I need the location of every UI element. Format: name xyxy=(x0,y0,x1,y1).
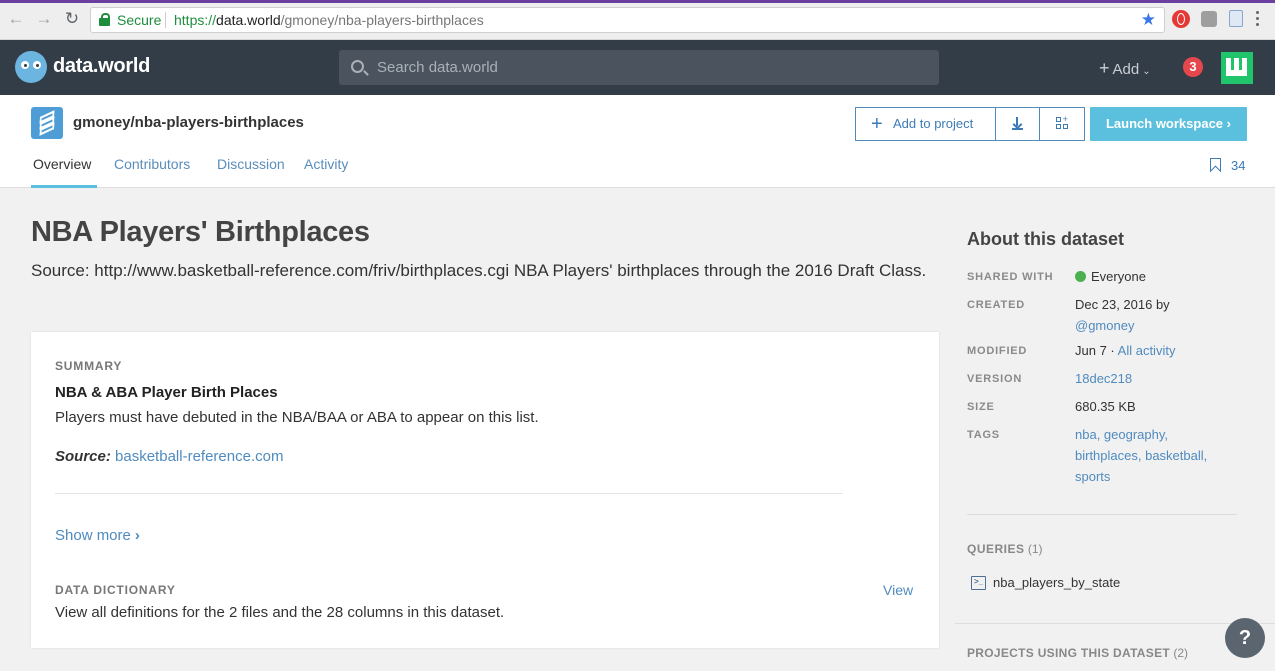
extension-icon[interactable] xyxy=(1201,11,1217,27)
add-to-project-button[interactable]: + Add to project xyxy=(855,107,996,141)
tags-line[interactable]: sports xyxy=(1075,466,1250,487)
browser-chrome: ← → ↻ Secure https://data.world/gmoney/n… xyxy=(0,0,1275,40)
summary-label: SUMMARY xyxy=(55,359,123,373)
tab-overview[interactable]: Overview xyxy=(33,156,91,172)
search-icon xyxy=(351,60,364,73)
download-button[interactable] xyxy=(995,107,1040,141)
tags-value: nba, geography, birthplaces, basketball,… xyxy=(1075,424,1250,487)
add-menu-button[interactable]: + Add ⌄ xyxy=(1099,58,1151,79)
page-title: NBA Players' Birthplaces xyxy=(31,216,370,248)
globe-icon xyxy=(1075,271,1086,282)
tags-line[interactable]: nba, geography, xyxy=(1075,424,1250,445)
view-dictionary-link[interactable]: View xyxy=(883,582,913,598)
summary-source: Source: basketball-reference.com xyxy=(55,448,283,465)
url-separator xyxy=(165,12,166,28)
source-label: Source: xyxy=(55,448,111,465)
modified-label: MODIFIED xyxy=(967,345,1028,357)
tab-activity[interactable]: Activity xyxy=(304,156,348,172)
summary-card: SUMMARY NBA & ABA Player Birth Places Pl… xyxy=(31,332,939,648)
chevron-right-icon: › xyxy=(1226,116,1231,131)
browser-menu-icon[interactable] xyxy=(1256,11,1260,29)
download-icon xyxy=(1012,117,1023,130)
secure-label: Secure xyxy=(117,12,162,28)
dataset-slug[interactable]: gmoney/nba-players-birthplaces xyxy=(73,114,304,131)
query-item[interactable]: nba_players_by_state xyxy=(993,575,1120,590)
plus-icon: + xyxy=(1099,58,1110,78)
queries-heading: QUERIES (1) xyxy=(967,542,1043,556)
document-extension-icon[interactable] xyxy=(1229,10,1243,27)
all-activity-link[interactable]: All activity xyxy=(1118,343,1176,358)
bookmark-count[interactable]: 34 xyxy=(1231,158,1245,173)
data-dictionary-label: DATA DICTIONARY xyxy=(55,583,176,597)
summary-body: Players must have debuted in the NBA/BAA… xyxy=(55,409,539,426)
opera-extension-icon[interactable] xyxy=(1172,10,1190,28)
help-button[interactable]: ? xyxy=(1225,618,1265,658)
terminal-icon: >_ xyxy=(971,576,986,590)
active-tab-indicator xyxy=(31,185,97,188)
tags-line[interactable]: birthplaces, basketball, xyxy=(1075,445,1250,466)
created-value: Dec 23, 2016 by @gmoney xyxy=(1075,297,1170,333)
reload-icon[interactable]: ↻ xyxy=(62,9,82,29)
modified-value: Jun 7 · All activity xyxy=(1075,343,1176,358)
dataset-header: gmoney/nba-players-birthplaces + Add to p… xyxy=(0,95,1275,188)
dataset-description: Source: http://www.basketball-reference.… xyxy=(31,261,927,280)
lock-icon xyxy=(99,13,110,26)
data-dictionary-body: View all definitions for the 2 files and… xyxy=(55,604,505,621)
show-more-link[interactable]: Show more › xyxy=(55,527,140,544)
projects-heading: PROJECTS USING THIS DATASET (2) xyxy=(967,646,1189,660)
search-input[interactable] xyxy=(377,50,927,85)
version-link[interactable]: 18dec218 xyxy=(1075,371,1132,386)
tab-discussion[interactable]: Discussion xyxy=(217,156,285,172)
chevron-down-icon: ⌄ xyxy=(1142,66,1151,77)
card-divider xyxy=(55,493,843,494)
shared-with-label: SHARED WITH xyxy=(967,271,1054,283)
back-arrow-icon[interactable]: ← xyxy=(6,9,26,29)
version-label: VERSION xyxy=(967,373,1023,385)
source-link[interactable]: basketball-reference.com xyxy=(115,448,283,465)
summary-title: NBA & ABA Player Birth Places xyxy=(55,384,278,401)
window-accent-bar xyxy=(0,0,1275,3)
tags-label: TAGS xyxy=(967,429,1000,441)
sidebar-divider xyxy=(967,514,1237,515)
notification-badge[interactable]: 3 xyxy=(1183,57,1203,77)
tab-contributors[interactable]: Contributors xyxy=(114,156,190,172)
brand-name[interactable]: data.world xyxy=(53,55,150,78)
url-text: https://data.world/gmoney/nba-players-bi… xyxy=(174,12,484,28)
search-bar[interactable] xyxy=(339,50,939,85)
data-world-logo-icon[interactable] xyxy=(15,51,47,83)
sidebar-divider xyxy=(955,623,1275,624)
chevron-right-icon: › xyxy=(134,527,140,544)
bookmark-star-icon[interactable]: ★ xyxy=(1141,8,1156,32)
grid-plus-icon: + xyxy=(1055,115,1069,130)
size-label: SIZE xyxy=(967,401,995,413)
created-label: CREATED xyxy=(967,299,1025,311)
integrations-button[interactable]: + xyxy=(1039,107,1085,141)
shared-with-value: Everyone xyxy=(1075,266,1250,287)
address-bar[interactable]: Secure https://data.world/gmoney/nba-pla… xyxy=(90,7,1165,33)
user-avatar[interactable] xyxy=(1221,52,1253,84)
forward-arrow-icon[interactable]: → xyxy=(34,9,54,29)
app-header: data.world +Add⌄ 3 xyxy=(0,40,1275,95)
launch-workspace-button[interactable]: Launch workspace › xyxy=(1090,107,1247,141)
creator-link[interactable]: @gmoney xyxy=(1075,318,1134,333)
about-title: About this dataset xyxy=(967,229,1125,249)
plus-icon: + xyxy=(871,113,883,135)
size-value: 680.35 KB xyxy=(1075,399,1136,414)
bookmark-icon[interactable] xyxy=(1210,158,1221,172)
dataset-layers-icon xyxy=(31,107,63,139)
version-value: 18dec218 xyxy=(1075,368,1250,389)
